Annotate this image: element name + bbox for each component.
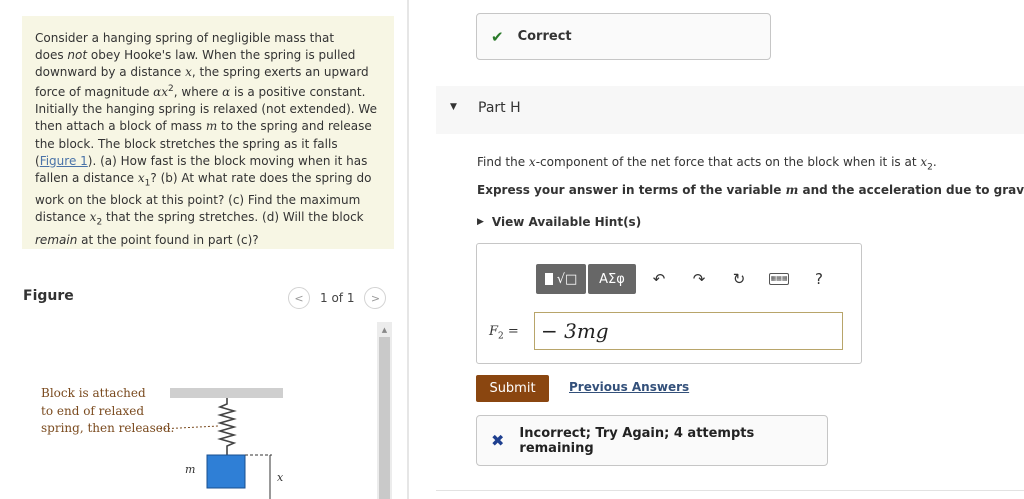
scroll-up-arrow-icon[interactable]: ▲ <box>377 322 392 337</box>
part-title: Part H <box>478 100 521 116</box>
check-icon: ✔ <box>491 27 504 46</box>
x-icon: ✖ <box>491 431 505 450</box>
ceiling-bar <box>170 388 283 398</box>
mass-block <box>206 454 246 489</box>
answer-input[interactable]: − 3mg <box>534 312 843 350</box>
greek-symbols-button[interactable]: ΑΣφ <box>588 264 636 294</box>
keyboard-icon: ▦▦▦ <box>769 273 789 285</box>
caption-leader <box>160 425 219 430</box>
correct-feedback: ✔ Correct <box>476 13 771 60</box>
reset-button[interactable]: ↻ <box>726 264 752 294</box>
chevron-right-icon: > <box>370 291 381 305</box>
previous-answers-link[interactable]: Previous Answers <box>569 380 689 394</box>
spring-coil <box>217 398 237 455</box>
templates-button[interactable]: √□ <box>536 264 586 294</box>
expand-triangle-icon: ▶ <box>477 217 484 227</box>
hints-label: View Available Hint(s) <box>491 215 642 229</box>
undo-button[interactable]: ↶ <box>646 264 672 294</box>
section-divider <box>436 490 1024 491</box>
correct-text: Correct <box>517 29 572 44</box>
problem-line: distance x2 that the spring stretches. (… <box>35 210 364 228</box>
undo-icon: ↶ <box>652 270 666 288</box>
question-text: Find the x-component of the net force th… <box>477 155 937 173</box>
collapse-triangle-icon[interactable]: ▼ <box>450 102 457 112</box>
redo-icon: ↷ <box>692 270 706 288</box>
answer-panel: √□ ΑΣφ ↶ ↷ ↻ ▦▦▦ ? F2 = − 3mg <box>476 243 862 364</box>
problem-statement: Consider a hanging spring of negligible … <box>22 16 394 249</box>
incorrect-feedback: ✖ Incorrect; Try Again; 4 attempts remai… <box>476 415 828 466</box>
keyboard-button[interactable]: ▦▦▦ <box>766 264 792 294</box>
answer-variable-label: F2 = <box>489 324 519 342</box>
chevron-left-icon: < <box>294 291 304 305</box>
figure-heading: Figure <box>23 288 74 304</box>
problem-line: Initially the hanging spring is relaxed … <box>35 102 377 117</box>
figure-link[interactable]: Figure 1 <box>40 154 88 168</box>
problem-line: force of magnitude αx2, where α is a pos… <box>35 84 366 100</box>
figure-pager: < 1 of 1 > <box>288 287 387 309</box>
problem-line: the block. The block stretches the sprin… <box>35 136 338 151</box>
help-icon: ? <box>815 270 823 288</box>
problem-line: does not obey Hooke's law. When the spri… <box>35 48 356 63</box>
incorrect-text: Incorrect; Try Again; 4 attempts remaini… <box>519 425 755 456</box>
redo-button[interactable]: ↷ <box>686 264 712 294</box>
help-button[interactable]: ? <box>806 264 832 294</box>
submit-button[interactable]: Submit <box>476 375 549 402</box>
problem-line: work on the block at this point? (c) Fin… <box>35 193 361 208</box>
part-header[interactable] <box>436 86 1024 134</box>
problem-line: (Figure 1). (a) How fast is the block mo… <box>35 153 368 168</box>
panel-divider <box>407 0 409 499</box>
math-toolbar: √□ ΑΣφ ↶ ↷ ↻ ▦▦▦ ? <box>536 264 832 294</box>
problem-line: fallen a distance x1? (b) At what rate d… <box>35 170 372 189</box>
prev-figure-button[interactable]: < <box>288 287 310 309</box>
view-hints-toggle[interactable]: ▶ View Available Hint(s) <box>477 215 641 229</box>
template-square-icon <box>544 273 553 285</box>
scroll-thumb[interactable] <box>379 337 390 499</box>
next-figure-button[interactable]: > <box>364 287 387 309</box>
problem-line: remain at the point found in part (c)? <box>35 232 259 247</box>
problem-line: downward by a distance x, the spring exe… <box>35 65 369 80</box>
answer-instructions: Express your answer in terms of the vari… <box>477 183 1024 197</box>
spring-figure: m x <box>160 388 284 499</box>
problem-line: Consider a hanging spring of negligible … <box>35 31 335 45</box>
mass-label: m <box>185 463 195 476</box>
figure-page-count: 1 of 1 <box>320 291 355 305</box>
figure-scrollbar[interactable]: ▲ <box>377 322 392 499</box>
reset-icon: ↻ <box>732 270 746 288</box>
x-label: x <box>277 471 284 484</box>
problem-line: then attach a block of mass m to the spr… <box>35 119 372 134</box>
